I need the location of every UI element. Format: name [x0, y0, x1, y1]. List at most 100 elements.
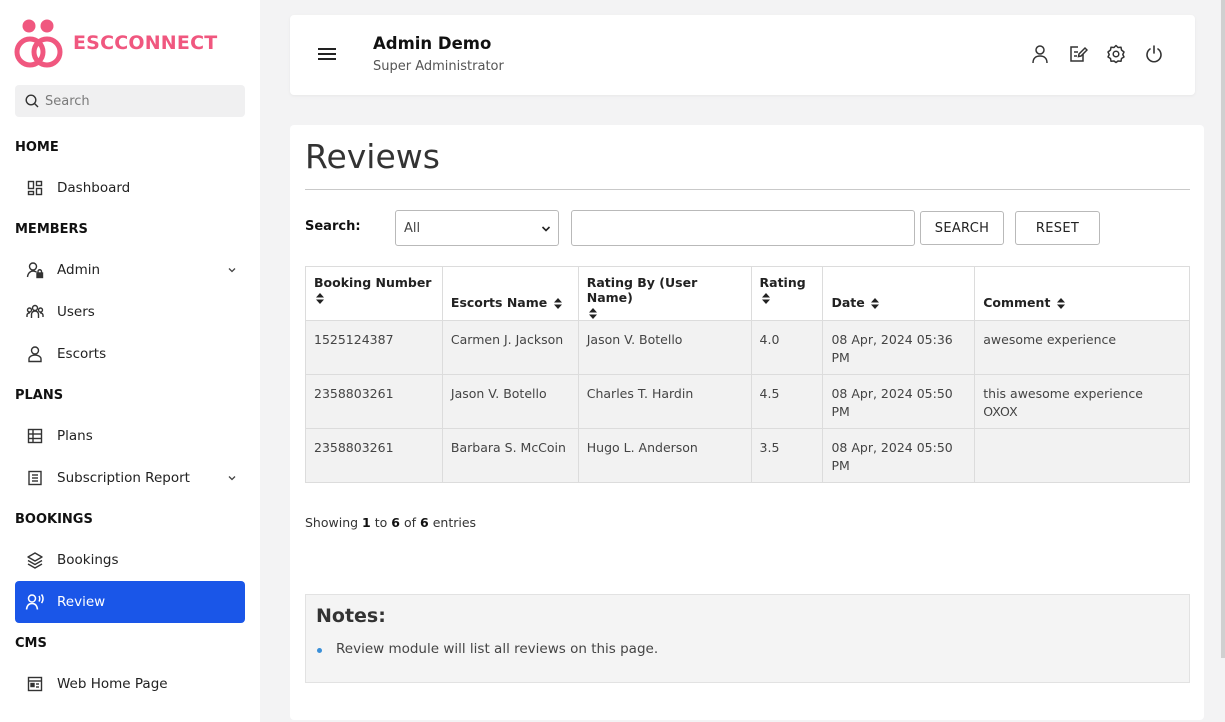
cell-rating: 4.5	[750, 374, 824, 429]
section-home: HOME	[15, 140, 59, 155]
table-icon	[25, 426, 45, 446]
page-layout-icon	[25, 674, 45, 694]
column-header-booking-number[interactable]: Booking Number	[305, 266, 443, 321]
user-icon[interactable]	[1029, 43, 1051, 65]
user-lock-icon	[25, 260, 45, 280]
user-role: Super Administrator	[373, 59, 504, 74]
sidebar-item-escorts[interactable]: Escorts	[15, 333, 245, 375]
bullet-icon	[317, 648, 322, 653]
cell-date: 08 Apr, 2024 05:36 PM	[822, 320, 976, 375]
title-divider	[305, 189, 1190, 190]
sidebar-item-bookings[interactable]: Bookings	[15, 539, 245, 581]
cell-booking-number: 1525124387	[305, 320, 443, 375]
sidebar-item-plans[interactable]: Plans	[15, 415, 245, 457]
cell-rating-by: Jason V. Botello	[577, 320, 752, 375]
sidebar-item-review[interactable]: Review	[15, 581, 245, 623]
settings-icon[interactable]	[1105, 43, 1127, 65]
sidebar-item-dashboard[interactable]: Dashboard	[15, 167, 245, 209]
reset-button[interactable]: RESET	[1015, 211, 1100, 245]
cell-date: 08 Apr, 2024 05:50 PM	[822, 428, 976, 483]
search-icon	[25, 94, 39, 108]
person-icon	[25, 344, 45, 364]
reviews-table: Booking Number Escorts Name Rating By (U…	[305, 266, 1190, 483]
sidebar-search[interactable]	[15, 85, 245, 117]
cell-comment: awesome experience	[974, 320, 1190, 375]
sort-icon	[761, 293, 770, 304]
table-header-row: Booking Number Escorts Name Rating By (U…	[305, 266, 1190, 321]
notes-box: Notes: Review module will list all revie…	[305, 594, 1190, 683]
cell-booking-number: 2358803261	[305, 428, 443, 483]
sidebar-item-admin[interactable]: Admin	[15, 249, 245, 291]
section-cms: CMS	[15, 636, 47, 651]
user-name: Admin Demo	[373, 34, 492, 53]
logo-icon	[14, 16, 68, 70]
page-scrollbar[interactable]	[1221, 0, 1225, 658]
filter-label: Search:	[305, 219, 361, 234]
column-header-escorts-name[interactable]: Escorts Name	[441, 266, 579, 321]
cell-escorts-name: Carmen J. Jackson	[441, 320, 579, 375]
chevron-down-icon	[227, 263, 237, 279]
sort-icon	[871, 298, 880, 309]
column-header-rating-by[interactable]: Rating By (User Name)	[577, 266, 752, 321]
pagination-info: Showing 1 to 6 of 6 entries	[305, 515, 477, 530]
column-header-rating[interactable]: Rating	[750, 266, 824, 321]
section-plans: PLANS	[15, 388, 64, 403]
brand-logo[interactable]: ESCCONNECT	[14, 16, 217, 70]
sidebar-item-label: Bookings	[57, 552, 119, 568]
cell-comment	[974, 428, 1190, 483]
user-voice-icon	[25, 592, 45, 612]
column-header-comment[interactable]: Comment	[974, 266, 1190, 321]
sort-icon	[316, 293, 324, 304]
brand-name: ESCCONNECT	[73, 32, 218, 54]
users-icon	[25, 302, 45, 322]
notes-item: Review module will list all reviews on t…	[336, 641, 659, 657]
sidebar-search-input[interactable]	[45, 93, 225, 109]
sidebar-item-label: Admin	[57, 262, 101, 278]
layers-icon	[25, 550, 45, 570]
filter-text-input[interactable]	[571, 210, 915, 246]
sidebar-item-label: Dashboard	[57, 180, 131, 196]
dashboard-icon	[25, 178, 45, 198]
sidebar-item-label: Review	[57, 594, 106, 610]
sidebar-item-users[interactable]: Users	[15, 291, 245, 333]
search-button[interactable]: SEARCH	[920, 211, 1004, 245]
table-row: 2358803261 Jason V. Botello Charles T. H…	[305, 374, 1190, 429]
sidebar-item-label: Web Home Page	[57, 676, 168, 692]
chevron-down-icon	[541, 223, 551, 238]
sort-icon	[1056, 298, 1065, 309]
sidebar: ESCCONNECT HOME Dashboard MEMBERS Admin	[0, 0, 260, 722]
section-bookings: BOOKINGS	[15, 512, 93, 527]
section-members: MEMBERS	[15, 222, 88, 237]
menu-toggle-icon[interactable]	[318, 48, 336, 60]
cell-booking-number: 2358803261	[305, 374, 443, 429]
top-header: Admin Demo Super Administrator	[290, 15, 1195, 95]
cell-rating-by: Charles T. Hardin	[577, 374, 752, 429]
cell-escorts-name: Jason V. Botello	[441, 374, 579, 429]
sort-icon	[588, 308, 597, 319]
sidebar-item-label: Plans	[57, 428, 93, 444]
edit-icon[interactable]	[1067, 43, 1089, 65]
filter-select-value: All	[404, 220, 421, 236]
power-icon[interactable]	[1143, 43, 1165, 65]
reviews-panel: Reviews Search: All SEARCH RESET Booking…	[290, 125, 1204, 720]
sidebar-item-label: Escorts	[57, 346, 107, 362]
table-row: 2358803261 Barbara S. McCoin Hugo L. And…	[305, 428, 1190, 483]
cell-comment: this awesome experience OXOX	[974, 374, 1190, 429]
table-row: 1525124387 Carmen J. Jackson Jason V. Bo…	[305, 320, 1190, 375]
sidebar-item-label: Subscription Report	[57, 470, 190, 486]
cell-rating: 4.0	[750, 320, 824, 375]
sidebar-item-web-home-page[interactable]: Web Home Page	[15, 663, 245, 705]
chevron-down-icon	[227, 471, 237, 487]
cell-rating: 3.5	[750, 428, 824, 483]
cell-escorts-name: Barbara S. McCoin	[441, 428, 579, 483]
sidebar-item-subscription-report[interactable]: Subscription Report	[15, 457, 245, 499]
cell-rating-by: Hugo L. Anderson	[577, 428, 752, 483]
report-icon	[25, 468, 45, 488]
page-title: Reviews	[305, 137, 440, 176]
filter-select[interactable]: All	[395, 210, 559, 246]
sort-icon	[553, 298, 562, 309]
cell-date: 08 Apr, 2024 05:50 PM	[822, 374, 976, 429]
sidebar-item-label: Users	[57, 304, 95, 320]
notes-title: Notes:	[316, 605, 386, 627]
column-header-date[interactable]: Date	[822, 266, 976, 321]
